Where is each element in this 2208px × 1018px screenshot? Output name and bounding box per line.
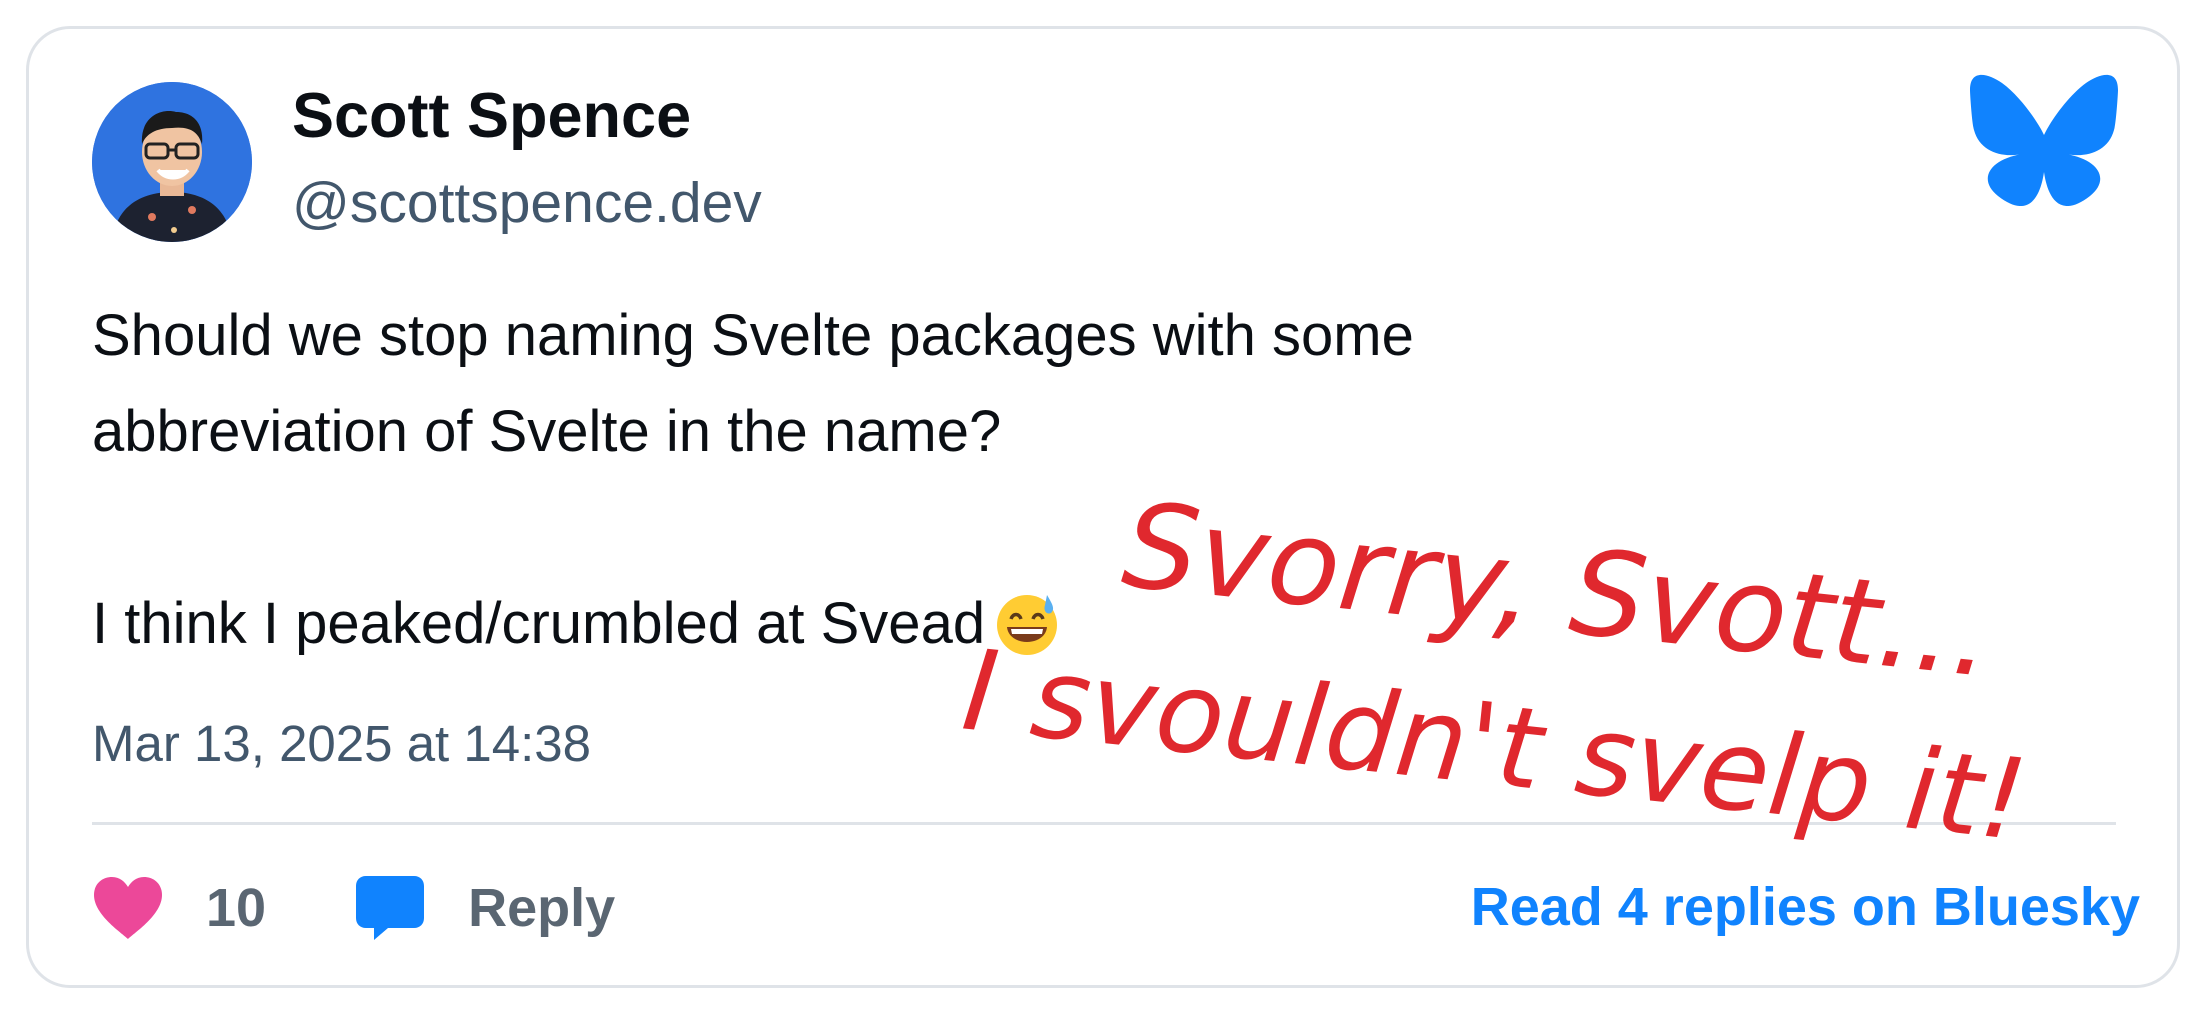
reply-label: Reply <box>468 878 616 938</box>
bluesky-butterfly-icon[interactable] <box>1970 74 2118 206</box>
author-display-name[interactable]: Scott Spence <box>292 80 691 152</box>
post-text-line: abbreviation of Svelte in the name? <box>92 399 1002 464</box>
post-body: Should we stop naming Svelte packages wi… <box>92 288 1792 672</box>
post-text-line-with-emoji: I think I peaked/crumbled at Svead <box>92 576 1792 672</box>
divider <box>92 822 2116 825</box>
read-replies-link[interactable]: Read 4 replies on Bluesky <box>1471 876 2140 938</box>
like-button[interactable]: 10 <box>92 875 266 941</box>
author-handle[interactable]: @scottspence.dev <box>292 170 762 236</box>
reply-button[interactable]: Reply <box>354 872 615 944</box>
avatar[interactable] <box>92 82 252 242</box>
post-timestamp[interactable]: Mar 13, 2025 at 14:38 <box>92 714 591 773</box>
post-text-line: Should we stop naming Svelte packages wi… <box>92 303 1414 368</box>
like-count: 10 <box>206 878 267 938</box>
post-actions: 10 Reply <box>92 868 615 948</box>
heart-icon <box>94 877 162 939</box>
post-text-line: I think I peaked/crumbled at Svead <box>92 591 986 656</box>
speech-bubble-icon <box>356 876 425 940</box>
profile-photo-icon <box>92 82 252 242</box>
grinning-face-with-sweat-icon <box>997 595 1058 655</box>
